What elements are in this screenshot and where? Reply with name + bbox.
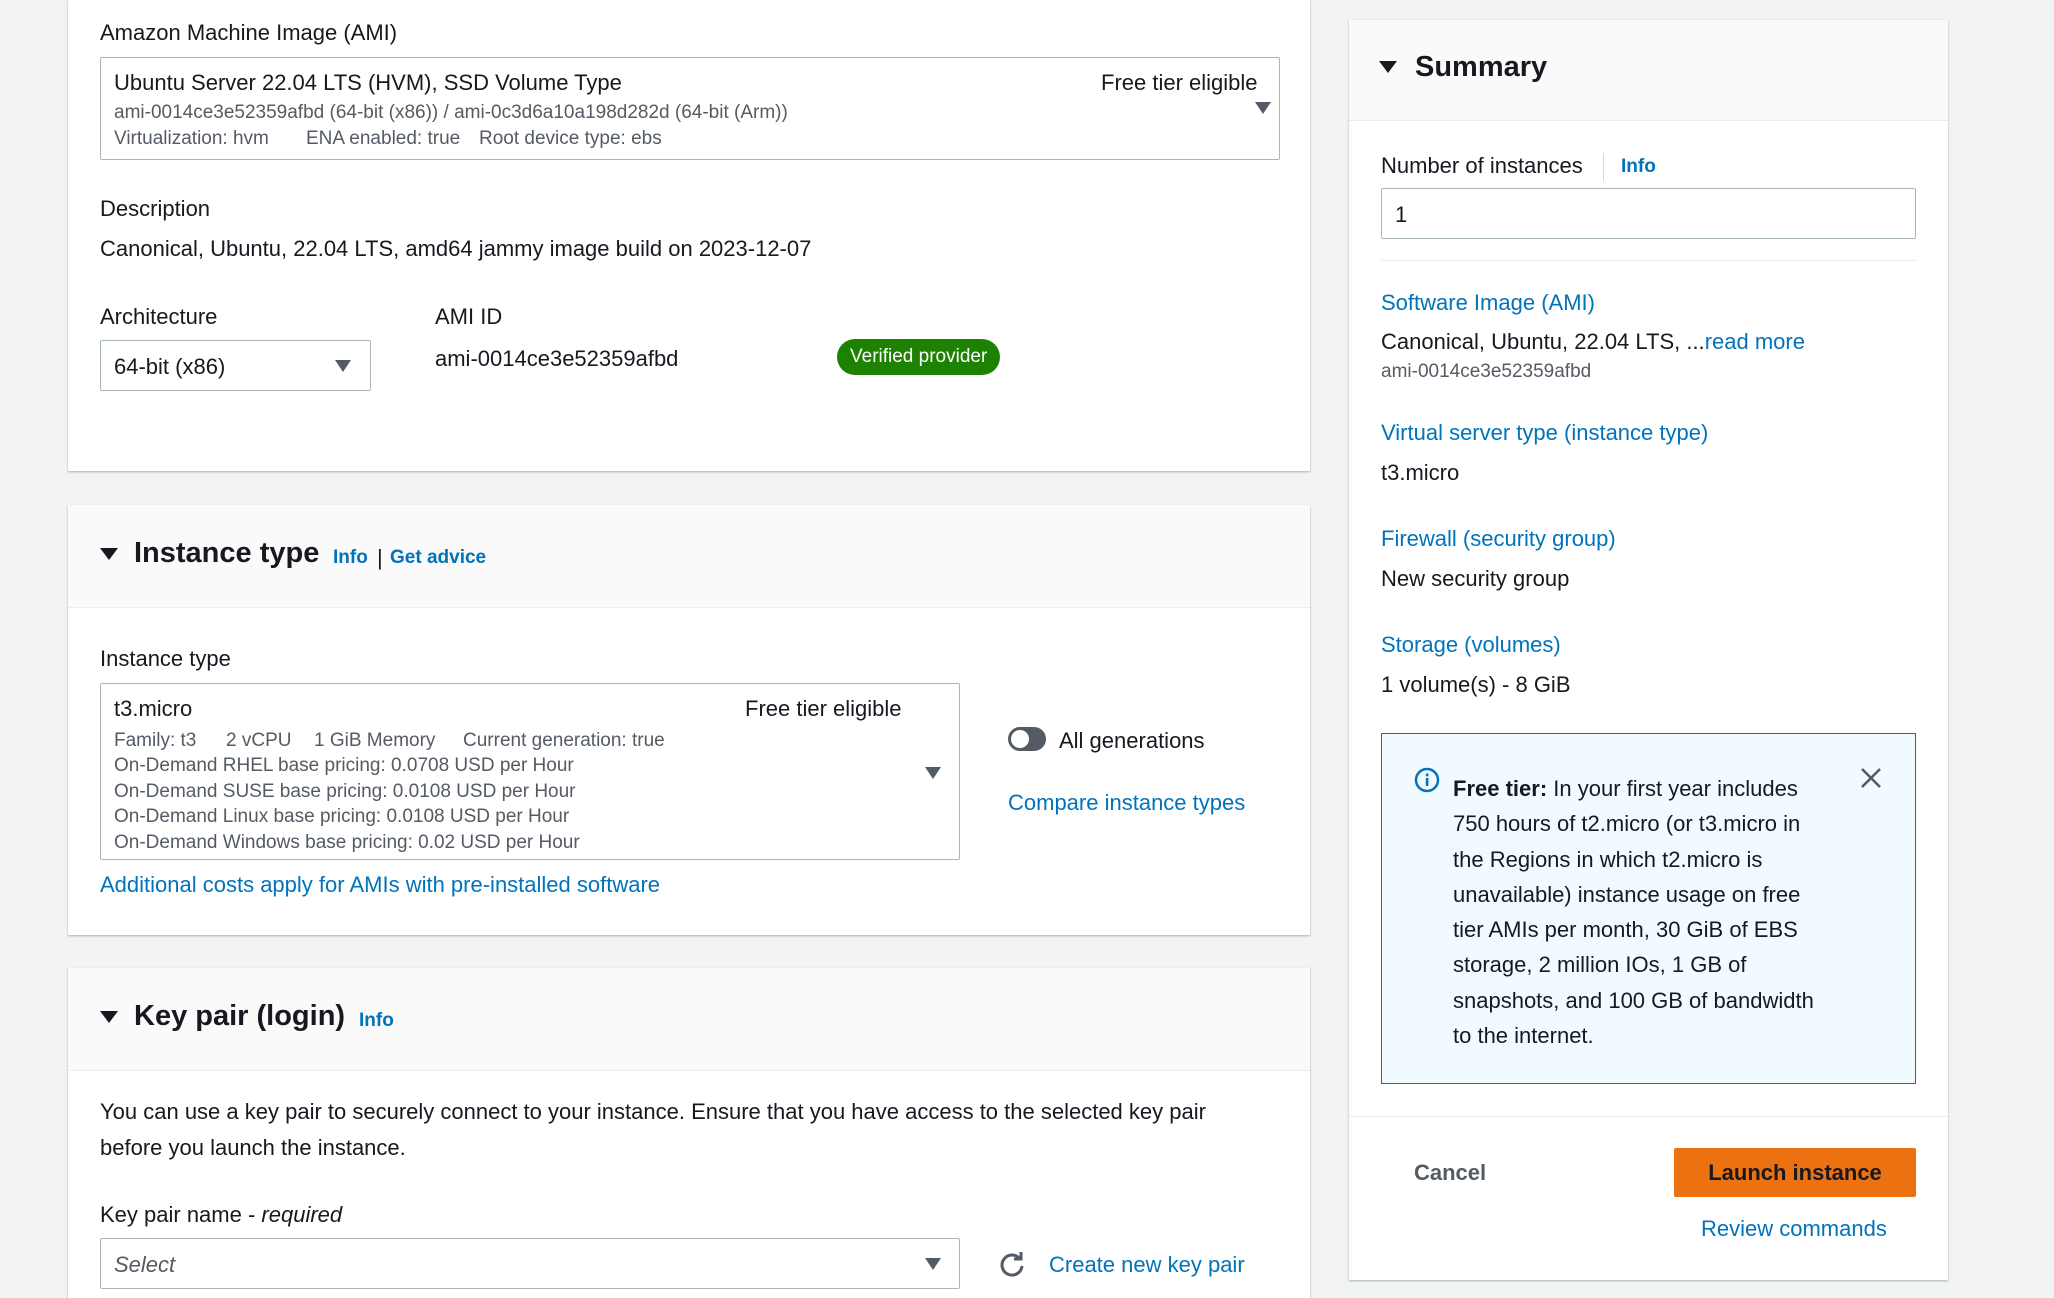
software-image-value: Canonical, Ubuntu, 22.04 LTS, ...read mo…: [1381, 329, 1805, 355]
summary-footer-divider: [1349, 1116, 1948, 1117]
instance-free-tier-label: Free tier eligible: [745, 696, 902, 721]
instance-generation: Current generation: true: [463, 730, 665, 751]
additional-costs-link[interactable]: Additional costs apply for AMIs with pre…: [100, 872, 660, 898]
architecture-select[interactable]: 64-bit (x86): [100, 340, 371, 391]
expand-caret-icon[interactable]: [1379, 61, 1397, 73]
free-tier-alert: Free tier: In your first year includes 7…: [1381, 733, 1916, 1084]
ami-ena: ENA enabled: true: [306, 128, 461, 149]
description-value: Canonical, Ubuntu, 22.04 LTS, amd64 jamm…: [100, 236, 812, 261]
free-tier-line-1: 750 hours of t2.micro (or t3.micro in: [1453, 811, 1801, 837]
required-marker: required: [261, 1202, 343, 1227]
review-commands-link[interactable]: Review commands: [1701, 1216, 1887, 1242]
ami-section-label: Amazon Machine Image (AMI): [100, 20, 398, 45]
label-divider: [1603, 153, 1604, 181]
key-pair-name-label: Key pair name - required: [100, 1202, 342, 1228]
instance-type-panel: Instance type Info | Get advice Instance…: [68, 505, 1310, 935]
free-tier-line-2: the Regions in which t2.micro is: [1453, 846, 1763, 872]
create-key-pair-link[interactable]: Create new key pair: [1049, 1252, 1245, 1278]
instance-type-title: Instance type: [134, 537, 320, 569]
num-instances-label: Number of instances: [1381, 153, 1583, 178]
server-type-link[interactable]: Virtual server type (instance type): [1381, 420, 1708, 446]
architecture-label: Architecture: [100, 304, 218, 329]
free-tier-line-5: storage, 2 million IOs, 1 GB of: [1453, 952, 1747, 978]
pricing-suse: On-Demand SUSE base pricing: 0.0108 USD …: [114, 781, 576, 802]
ami-id-label: AMI ID: [435, 304, 503, 329]
instance-type-header[interactable]: Instance type Info | Get advice: [68, 505, 1310, 608]
num-instances-info-link[interactable]: Info: [1621, 156, 1656, 178]
free-tier-line-0: In your first year includes: [1547, 776, 1798, 801]
storage-value: 1 volume(s) - 8 GiB: [1381, 672, 1571, 697]
ami-panel: Amazon Machine Image (AMI) Ubuntu Server…: [68, 0, 1310, 471]
ami-virtualization: Virtualization: hvm: [114, 128, 269, 149]
software-image-link[interactable]: Software Image (AMI): [1381, 290, 1595, 316]
key-pair-select-placeholder: Select: [114, 1252, 176, 1277]
firewall-link[interactable]: Firewall (security group): [1381, 526, 1616, 552]
instance-type-selected: t3.micro: [114, 696, 193, 721]
ami-free-tier-label: Free tier eligible: [1101, 70, 1258, 95]
dropdown-caret-icon: [925, 1258, 941, 1270]
num-instances-input[interactable]: 1: [1381, 188, 1916, 239]
instance-family: Family: t3: [114, 730, 197, 751]
all-generations-label: All generations: [1059, 728, 1205, 753]
free-tier-line-4: tier AMIs per month, 30 GiB of EBS: [1453, 917, 1798, 943]
key-pair-panel: Key pair (login) Info You can use a key …: [68, 968, 1310, 1298]
all-generations-toggle[interactable]: [1008, 727, 1046, 751]
compare-instance-types-link[interactable]: Compare instance types: [1008, 790, 1245, 816]
summary-header[interactable]: Summary: [1349, 20, 1948, 121]
summary-title: Summary: [1415, 51, 1548, 83]
instance-type-info-link[interactable]: Info: [333, 547, 368, 569]
ami-name: Ubuntu Server 22.04 LTS (HVM), SSD Volum…: [114, 70, 622, 95]
storage-link[interactable]: Storage (volumes): [1381, 632, 1561, 658]
software-image-id: ami-0014ce3e52359afbd: [1381, 361, 1592, 382]
free-tier-text: Free tier: In your first year includes 7…: [1453, 771, 1863, 1053]
free-tier-line-7: to the internet.: [1453, 1023, 1594, 1049]
description-label: Description: [100, 196, 211, 221]
free-tier-line-3: unavailable) instance usage on free: [1453, 881, 1801, 907]
free-tier-line-6: snapshots, and 100 GB of bandwidth: [1453, 987, 1814, 1013]
launch-instance-button[interactable]: Launch instance: [1674, 1148, 1916, 1197]
num-instances-value: 1: [1395, 202, 1408, 227]
key-pair-info-link[interactable]: Info: [359, 1010, 394, 1032]
get-advice-link[interactable]: Get advice: [390, 547, 486, 569]
key-pair-description-2: before you launch the instance.: [100, 1135, 406, 1160]
instance-type-field-label: Instance type: [100, 646, 231, 671]
key-pair-name-label-text: Key pair name -: [100, 1202, 262, 1227]
dropdown-caret-icon[interactable]: [1255, 102, 1271, 114]
toggle-knob: [1011, 730, 1029, 748]
instance-type-selector[interactable]: t3.micro Free tier eligible Family: t3 2…: [100, 683, 960, 860]
architecture-value: 64-bit (x86): [114, 354, 226, 379]
free-tier-line: Free tier: In your first year includes: [1453, 771, 1863, 806]
pricing-rhel: On-Demand RHEL base pricing: 0.0708 USD …: [114, 755, 574, 776]
expand-caret-icon[interactable]: [100, 548, 118, 560]
instance-memory: 1 GiB Memory: [314, 730, 436, 751]
close-icon[interactable]: [1859, 766, 1883, 790]
link-separator: |: [377, 545, 383, 570]
firewall-value: New security group: [1381, 566, 1570, 591]
ami-ids: ami-0014ce3e52359afbd (64-bit (x86)) / a…: [114, 102, 788, 123]
summary-panel: Summary Number of instances Info 1 Softw…: [1349, 20, 1948, 1280]
dropdown-caret-icon: [335, 360, 351, 372]
key-pair-title: Key pair (login): [134, 1000, 346, 1032]
info-circle-icon: [1414, 767, 1440, 793]
pricing-windows: On-Demand Windows base pricing: 0.02 USD…: [114, 832, 580, 853]
ami-selector[interactable]: Ubuntu Server 22.04 LTS (HVM), SSD Volum…: [100, 57, 1280, 160]
free-tier-title: Free tier:: [1453, 776, 1548, 801]
key-pair-select[interactable]: Select: [100, 1238, 960, 1289]
pricing-linux: On-Demand Linux base pricing: 0.0108 USD…: [114, 806, 570, 827]
cancel-button[interactable]: Cancel: [1414, 1160, 1486, 1186]
dropdown-caret-icon: [925, 767, 941, 779]
software-image-text: Canonical, Ubuntu, 22.04 LTS, ...: [1381, 329, 1705, 354]
refresh-icon[interactable]: [998, 1251, 1026, 1279]
ami-root-device: Root device type: ebs: [479, 128, 662, 149]
server-type-value: t3.micro: [1381, 460, 1460, 485]
key-pair-description-1: You can use a key pair to securely conne…: [100, 1099, 1206, 1124]
summary-divider: [1381, 260, 1916, 261]
expand-caret-icon[interactable]: [100, 1011, 118, 1023]
verified-provider-badge: Verified provider: [837, 339, 1001, 375]
ami-id-value: ami-0014ce3e52359afbd: [435, 346, 679, 371]
key-pair-header[interactable]: Key pair (login) Info: [68, 968, 1310, 1071]
read-more-link[interactable]: read more: [1705, 329, 1805, 354]
instance-vcpu: 2 vCPU: [226, 730, 292, 751]
